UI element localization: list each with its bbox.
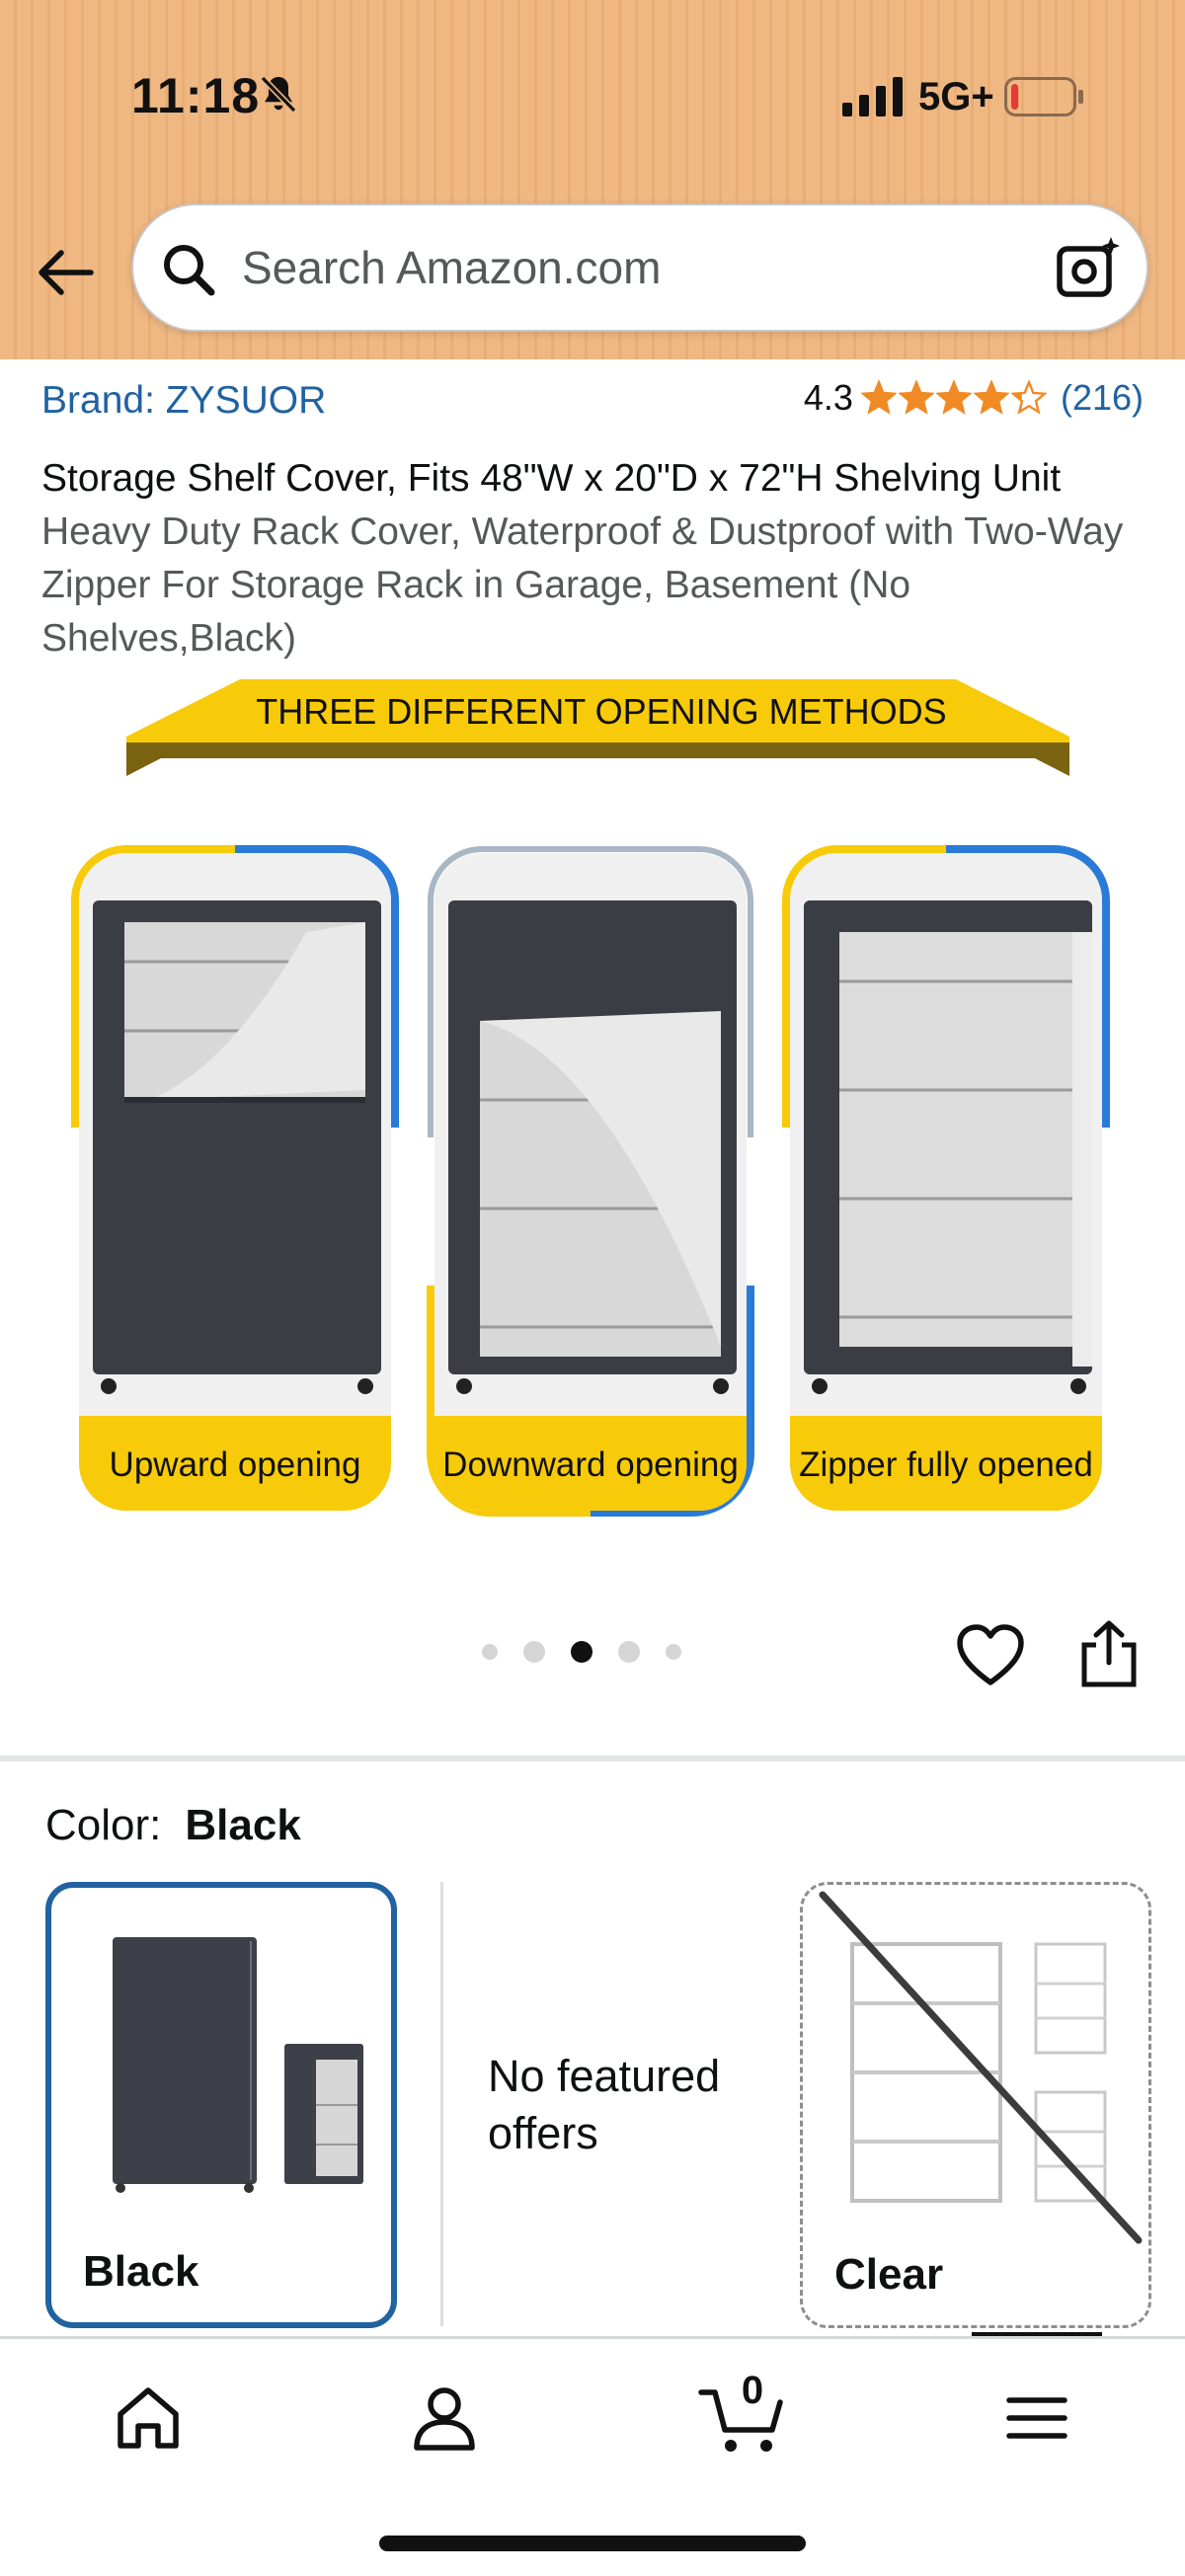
- search-bar[interactable]: [131, 203, 1148, 332]
- banner-text: THREE DIFFERENT OPENING METHODS: [256, 691, 947, 732]
- star-icon: [935, 380, 972, 415]
- rack-cover-illustration: [448, 900, 737, 1394]
- home-icon[interactable]: [109, 2379, 188, 2458]
- star-rating: [860, 380, 1047, 416]
- black-cover-thumbnail: [113, 1937, 363, 2193]
- swatch-label: Black: [83, 2247, 199, 2296]
- star-icon: [1010, 380, 1047, 415]
- search-input[interactable]: [242, 205, 1032, 330]
- image-panel-upward[interactable]: Upward opening: [67, 841, 403, 1522]
- swatch-separator: [440, 1882, 443, 2326]
- panel-image-area: [790, 853, 1102, 1511]
- home-indicator: [379, 2536, 806, 2551]
- bell-muted-icon: [260, 75, 297, 114]
- menu-icon[interactable]: [997, 2379, 1076, 2458]
- account-icon[interactable]: [405, 2379, 484, 2458]
- status-time: 11:18: [131, 68, 261, 123]
- carousel-dot[interactable]: [666, 1644, 681, 1660]
- product-title-main: Storage Shelf Cover, Fits 48"W x 20"D x …: [41, 457, 1062, 500]
- signal-icon: [842, 77, 903, 117]
- panel-label: Zipper fully opened: [799, 1445, 1093, 1484]
- search-icon: [164, 245, 215, 296]
- carousel-dots: [482, 1641, 681, 1663]
- panel-label: Upward opening: [109, 1445, 361, 1484]
- section-divider: [0, 1756, 1185, 1761]
- rating-count[interactable]: (216): [1061, 377, 1144, 419]
- share-icon[interactable]: [1076, 1619, 1142, 1688]
- camera-search-icon[interactable]: [1056, 235, 1123, 300]
- image-panel-zipper[interactable]: Zipper fully opened: [778, 841, 1114, 1522]
- panel-image-area: [434, 853, 747, 1511]
- carousel-dot[interactable]: [523, 1641, 545, 1663]
- carousel-dot-active[interactable]: [571, 1641, 592, 1663]
- color-option-clear[interactable]: Clear: [800, 1882, 1151, 2328]
- product-title-detail: Heavy Duty Rack Cover, Waterproof & Dust…: [41, 510, 1124, 660]
- panel-label: Downward opening: [442, 1445, 739, 1484]
- back-arrow-icon[interactable]: [30, 237, 101, 308]
- star-icon: [898, 380, 934, 415]
- network-type: 5G+: [918, 75, 994, 118]
- selected-color: Black: [185, 1801, 301, 1849]
- rating-summary[interactable]: 4.3 (216): [804, 377, 1144, 419]
- color-selector-label: Color: Black: [45, 1801, 301, 1850]
- cart-count: 0: [741, 2369, 764, 2412]
- rack-cover-illustration: [804, 900, 1092, 1394]
- color-label: Color:: [45, 1801, 162, 1849]
- color-option-black[interactable]: Black: [45, 1882, 397, 2328]
- swatch-label: Clear: [834, 2250, 944, 2299]
- battery-icon: [1004, 77, 1083, 117]
- header: 11:18 5G+: [0, 0, 1185, 359]
- brand-link[interactable]: Brand: ZYSUOR: [41, 379, 326, 423]
- rack-cover-illustration: [93, 900, 381, 1394]
- rating-value: 4.3: [803, 377, 853, 418]
- product-title: Storage Shelf Cover, Fits 48"W x 20"D x …: [41, 452, 1157, 665]
- no-featured-offers: No featured offers: [488, 2051, 721, 2158]
- panel-image-area: [79, 853, 391, 1511]
- image-panel-downward[interactable]: Downward opening: [423, 841, 758, 1522]
- star-icon: [860, 380, 897, 415]
- star-icon: [973, 380, 1009, 415]
- carousel-dot[interactable]: [618, 1641, 640, 1663]
- carousel-dot[interactable]: [482, 1644, 498, 1660]
- heart-icon[interactable]: [956, 1623, 1025, 1688]
